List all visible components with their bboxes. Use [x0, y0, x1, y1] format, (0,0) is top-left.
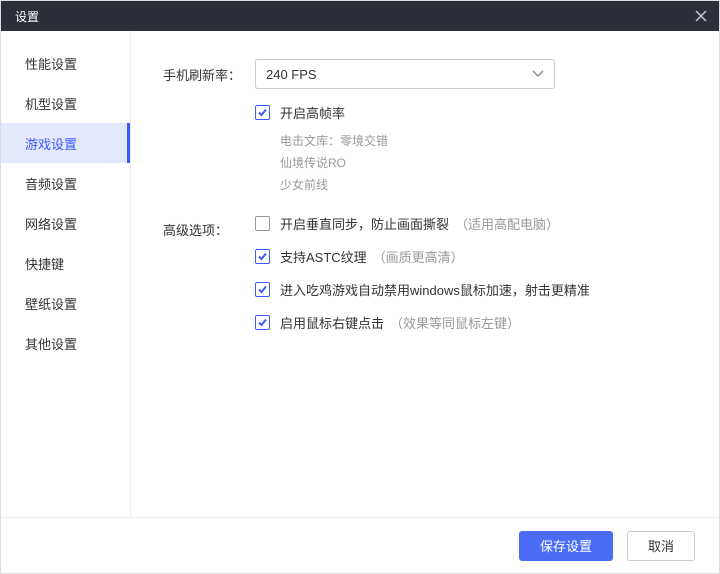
sidebar-item-label: 快捷键: [25, 254, 64, 273]
cancel-button[interactable]: 取消: [627, 531, 695, 561]
sidebar-item-audio[interactable]: 音频设置: [1, 163, 130, 203]
refresh-label: 手机刷新率：: [163, 59, 255, 84]
sidebar-item-label: 其他设置: [25, 334, 77, 353]
window-title: 设置: [15, 8, 39, 25]
astc-checkbox[interactable]: [255, 249, 270, 264]
game-item: 电击文库：零境交错: [280, 130, 691, 152]
astc-label: 支持ASTC纹理: [280, 247, 367, 266]
body: 性能设置 机型设置 游戏设置 音频设置 网络设置 快捷键 壁纸设置 其他设置 手…: [1, 31, 719, 517]
mouse-label: 进入吃鸡游戏自动禁用windows鼠标加速，射击更精准: [280, 280, 590, 299]
row-refresh: 手机刷新率： 240 FPS 开启高帧率 电击文库：零境交错 仙境传: [163, 59, 691, 196]
close-icon: [695, 10, 707, 22]
sidebar-item-wallpaper[interactable]: 壁纸设置: [1, 283, 130, 323]
sidebar-item-device[interactable]: 机型设置: [1, 83, 130, 123]
rclick-line: 启用鼠标右键点击 （效果等同鼠标左键）: [255, 313, 691, 332]
close-button[interactable]: [693, 8, 709, 24]
chevron-down-icon: [532, 70, 544, 78]
sidebar-item-other[interactable]: 其他设置: [1, 323, 130, 363]
vsync-line: 开启垂直同步，防止画面撕裂 （适用高配电脑）: [255, 214, 691, 233]
advanced-body: 开启垂直同步，防止画面撕裂 （适用高配电脑） 支持ASTC纹理 （画质更高清）: [255, 214, 691, 332]
save-button-label: 保存设置: [540, 536, 592, 555]
highfps-line: 开启高帧率: [255, 103, 691, 122]
sidebar: 性能设置 机型设置 游戏设置 音频设置 网络设置 快捷键 壁纸设置 其他设置: [1, 31, 131, 517]
highfps-checkbox[interactable]: [255, 105, 270, 120]
sidebar-item-label: 机型设置: [25, 94, 77, 113]
settings-window: 设置 性能设置 机型设置 游戏设置 音频设置 网络设置 快捷键 壁纸设置 其他设…: [0, 0, 720, 574]
sidebar-item-shortcut[interactable]: 快捷键: [1, 243, 130, 283]
titlebar: 设置: [1, 1, 719, 31]
vsync-label: 开启垂直同步，防止画面撕裂: [280, 214, 449, 233]
sidebar-item-performance[interactable]: 性能设置: [1, 43, 130, 83]
refresh-body: 240 FPS 开启高帧率 电击文库：零境交错 仙境传说RO 少女前线: [255, 59, 691, 196]
content: 手机刷新率： 240 FPS 开启高帧率 电击文库：零境交错 仙境传: [131, 31, 719, 517]
vsync-checkbox[interactable]: [255, 216, 270, 231]
astc-line: 支持ASTC纹理 （画质更高清）: [255, 247, 691, 266]
check-icon: [257, 251, 268, 262]
sidebar-item-label: 性能设置: [25, 54, 77, 73]
rclick-hint: （效果等同鼠标左键）: [390, 313, 520, 332]
sidebar-item-label: 壁纸设置: [25, 294, 77, 313]
game-item: 少女前线: [280, 174, 691, 196]
sidebar-item-label: 网络设置: [25, 214, 77, 233]
highfps-label: 开启高帧率: [280, 103, 345, 122]
vsync-hint: （适用高配电脑）: [455, 214, 559, 233]
refresh-select[interactable]: 240 FPS: [255, 59, 555, 89]
sidebar-item-label: 音频设置: [25, 174, 77, 193]
highfps-games: 电击文库：零境交错 仙境传说RO 少女前线: [280, 130, 691, 196]
check-icon: [257, 107, 268, 118]
rclick-checkbox[interactable]: [255, 315, 270, 330]
game-item: 仙境传说RO: [280, 152, 691, 174]
row-advanced: 高级选项： 开启垂直同步，防止画面撕裂 （适用高配电脑） 支持ASTC纹理: [163, 214, 691, 332]
sidebar-item-network[interactable]: 网络设置: [1, 203, 130, 243]
rclick-label: 启用鼠标右键点击: [280, 313, 384, 332]
check-icon: [257, 284, 268, 295]
check-icon: [257, 317, 268, 328]
mouse-checkbox[interactable]: [255, 282, 270, 297]
refresh-select-value: 240 FPS: [266, 67, 317, 82]
mouse-line: 进入吃鸡游戏自动禁用windows鼠标加速，射击更精准: [255, 280, 691, 299]
astc-hint: （画质更高清）: [373, 247, 464, 266]
sidebar-item-label: 游戏设置: [25, 134, 77, 153]
footer: 保存设置 取消: [1, 517, 719, 573]
sidebar-item-game[interactable]: 游戏设置: [1, 123, 130, 163]
save-button[interactable]: 保存设置: [519, 531, 613, 561]
advanced-label: 高级选项：: [163, 214, 255, 239]
cancel-button-label: 取消: [648, 536, 674, 555]
